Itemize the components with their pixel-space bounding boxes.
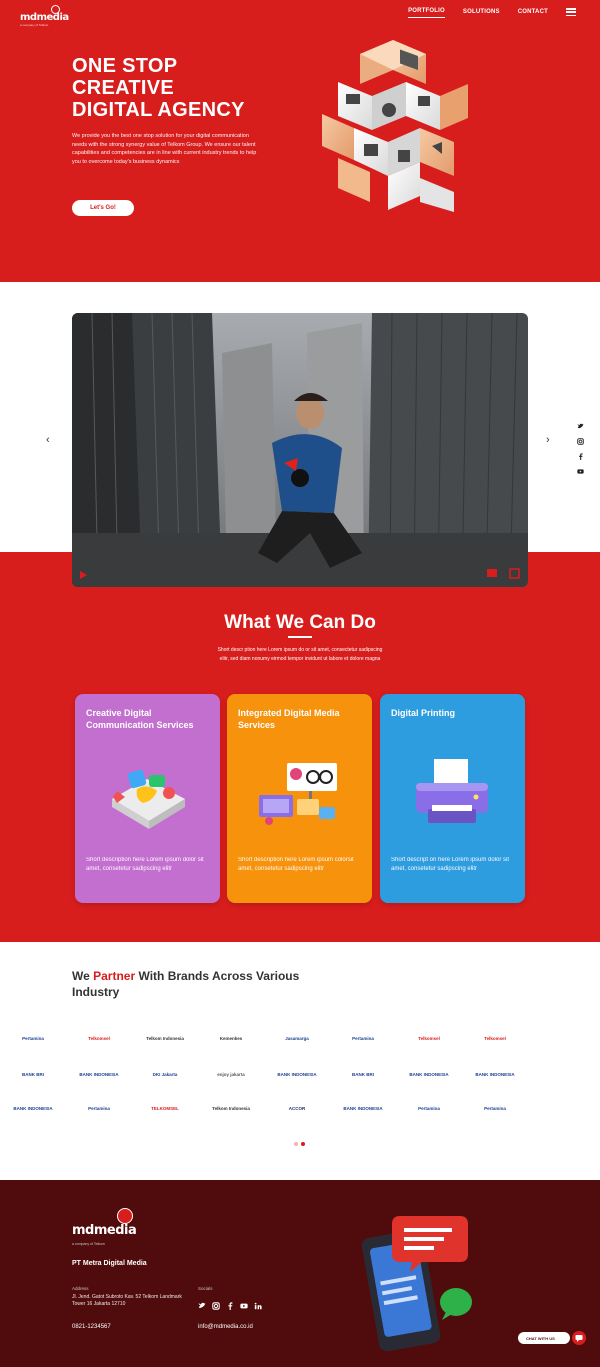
lets-go-button[interactable]: Let's Go! xyxy=(72,200,134,216)
nav-solutions[interactable]: SOLUTIONS xyxy=(463,9,500,18)
twitter-icon[interactable] xyxy=(577,417,584,429)
logo-tagline: a company of Telkom xyxy=(20,23,49,27)
footer-logo-mark xyxy=(117,1208,133,1224)
service-card-description: Short description here Lorem ipsum dolor… xyxy=(86,857,204,872)
footer-company: PT Metra Digital Media xyxy=(72,1260,147,1267)
partner-logo: Kemenkes xyxy=(219,1035,243,1041)
footer-address: Jl. Jend. Gatot Subroto Kav. 52 Telkom L… xyxy=(72,1294,182,1307)
media-illustration xyxy=(259,763,337,825)
service-card-creative[interactable]: Creative Digital Communication Services … xyxy=(75,694,220,903)
service-card-title: Integrated Digital Media Services xyxy=(238,708,340,730)
partner-logo: enjoy jakarta xyxy=(217,1071,245,1077)
partner-logo: ACCOR xyxy=(288,1105,306,1111)
partner-logo: Pertamina xyxy=(484,1105,506,1111)
partner-logo: Telkom Indonesia xyxy=(212,1105,250,1111)
youtube-icon[interactable] xyxy=(240,1297,248,1309)
partner-logo: Telkomsel xyxy=(88,1035,110,1041)
footer-email[interactable]: info@mdmedia.co.id xyxy=(198,1324,253,1330)
footer-logo[interactable]: mdmedia xyxy=(72,1223,137,1238)
twitter-icon[interactable] xyxy=(198,1297,206,1308)
top-nav: PORTFOLIO SOLUTIONS CONTACT xyxy=(390,8,576,18)
services-description: Short descr ption here Lorem ipsum do or… xyxy=(217,647,383,662)
partner-logo: BANK INDONESIA xyxy=(277,1071,317,1077)
service-card-printing[interactable]: Digital Printing Short descript on here … xyxy=(380,694,525,903)
nav-contact[interactable]: CONTACT xyxy=(518,9,548,18)
chevron-right-icon[interactable]: › xyxy=(546,434,550,446)
volume-mute-icon[interactable] xyxy=(487,569,497,577)
footer-socials xyxy=(198,1297,268,1310)
nav-portfolio[interactable]: PORTFOLIO xyxy=(408,8,445,18)
phone-chat-illustration xyxy=(361,1216,472,1352)
partner-logo: Telkomsel xyxy=(484,1035,506,1041)
partner-logo: Jasamarga xyxy=(285,1035,309,1041)
partner-logo: TELKOMSEL xyxy=(151,1105,179,1111)
hero-section: mdmedia a company of Telkom PORTFOLIO SO… xyxy=(0,0,600,282)
linkedin-icon[interactable] xyxy=(254,1297,262,1310)
instagram-icon[interactable] xyxy=(212,1297,220,1310)
hero-description: We provide you the best one stop solutio… xyxy=(72,133,257,165)
partners-pagination xyxy=(294,1142,308,1146)
socials-label: Socials xyxy=(198,1286,213,1291)
hero-title: ONE STOP CREATIVE DIGITAL AGENCY xyxy=(72,55,245,121)
pagination-dot[interactable] xyxy=(294,1142,298,1146)
printer-illustration xyxy=(416,759,488,823)
services-title: What We Can Do xyxy=(224,612,376,633)
footer-tagline: a company of Telkom xyxy=(72,1242,106,1246)
partner-logo: BANK INDONESIA xyxy=(343,1105,383,1111)
partner-logo: BANK INDONESIA xyxy=(13,1105,53,1111)
partners-title: We Partner With Brands Across Various In… xyxy=(72,969,300,999)
instagram-icon[interactable] xyxy=(577,432,584,445)
address-label: Address xyxy=(72,1286,89,1291)
service-card-title: Creative Digital Communication Services xyxy=(86,708,194,730)
service-card-title: Digital Printing xyxy=(391,708,455,718)
hero-cubes-illustration xyxy=(322,40,468,212)
service-card-description: Short descript on here Lorem ipsum dolor… xyxy=(391,857,510,872)
chat-icon[interactable] xyxy=(572,1331,586,1345)
partner-logo: BANK BRI xyxy=(22,1071,44,1077)
footer xyxy=(0,1180,600,1367)
partner-logo: Telkom Indonesia xyxy=(146,1035,184,1041)
partner-logo: Pertamina xyxy=(22,1035,44,1041)
partner-logo: BANK INDONESIA xyxy=(79,1071,119,1077)
partner-logo: BANK BRI xyxy=(352,1071,374,1077)
showcase-video[interactable] xyxy=(72,313,528,587)
social-rail xyxy=(577,417,584,477)
partner-logo: BANK INDONESIA xyxy=(475,1071,515,1077)
partner-logo: DKI Jakarta xyxy=(152,1071,178,1077)
chevron-left-icon[interactable]: ‹ xyxy=(46,434,50,446)
partner-logo: Pertamina xyxy=(352,1035,374,1041)
chat-with-us-button[interactable]: CHAT WITH US xyxy=(518,1332,570,1344)
service-card-description: Short description here Lorem ipsum color… xyxy=(238,857,354,872)
facebook-icon[interactable] xyxy=(226,1297,234,1310)
partner-logo: BANK INDONESIA xyxy=(409,1071,449,1077)
logo-text: mdmedia xyxy=(20,12,69,23)
video-frame xyxy=(72,313,528,587)
brand-logo[interactable]: mdmedia a company of Telkom xyxy=(20,5,80,31)
puzzle-illustration xyxy=(112,769,185,829)
pagination-dot-active[interactable] xyxy=(301,1142,305,1146)
title-underline xyxy=(288,636,312,638)
service-card-integrated[interactable]: Integrated Digital Media Services Short … xyxy=(227,694,372,903)
hamburger-icon[interactable] xyxy=(566,8,576,16)
youtube-icon[interactable] xyxy=(577,462,584,474)
footer-phone[interactable]: 0821-1234567 xyxy=(72,1324,111,1330)
partner-logo: Telkomsel xyxy=(418,1035,440,1041)
partner-logo: Pertamina xyxy=(418,1105,440,1111)
partner-logo: Pertamina xyxy=(88,1105,110,1111)
facebook-icon[interactable] xyxy=(577,447,584,460)
